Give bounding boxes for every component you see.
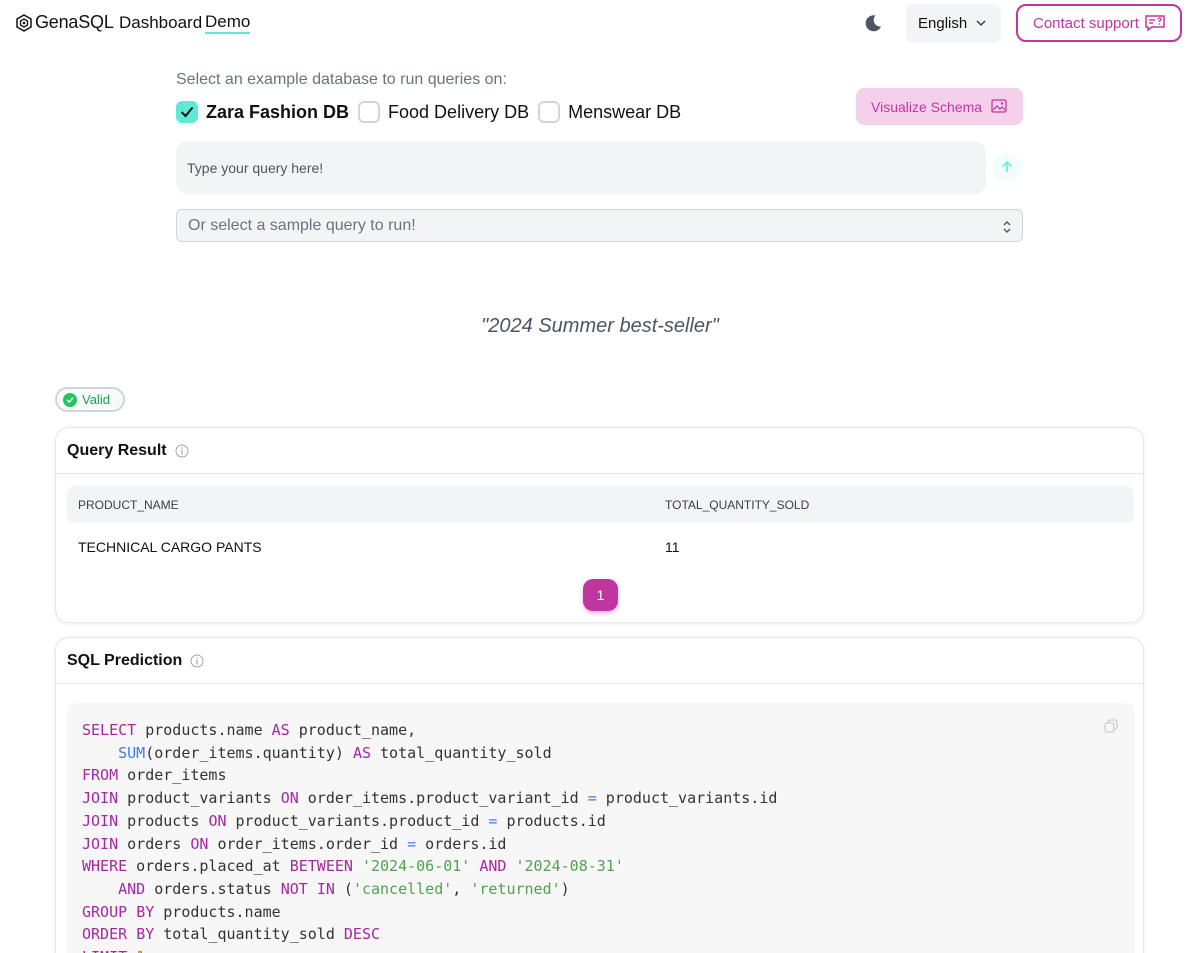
db-option-label: Food Delivery DB [388,101,530,122]
checkbox-zara[interactable] [176,101,198,123]
db-option-label: Menswear DB [568,101,682,122]
sql-prediction-header: SQL Prediction [56,638,1143,684]
sql-code-line: SUM(order_items.quantity) AS total_quant… [118,743,552,762]
contact-support-button[interactable]: Contact support [1016,4,1182,42]
query-title: "2024 Summer best-seller" [481,315,719,337]
status-badge-label: Valid [82,392,110,407]
table-header-row: PRODUCT_NAME TOTAL_QUANTITY_SOLD [67,486,1134,523]
sql-code-line: ORDER BY total_quantity_sold DESC [82,925,381,944]
dark-mode-toggle[interactable] [862,12,884,34]
sql-code: SELECT products.name AS product_name, SU… [82,719,777,953]
column-header[interactable]: PRODUCT_NAME [78,498,179,512]
submit-query-button[interactable] [993,153,1021,181]
chevron-down-icon [976,20,986,27]
logo[interactable]: GenaSQL [16,12,114,33]
sample-query-placeholder: Or select a sample query to run! [188,216,416,234]
pagination-page-button[interactable]: 1 [583,579,618,611]
db-option-menswear[interactable]: Menswear DB [538,101,681,123]
db-option-label: Zara Fashion DB [206,101,350,122]
query-input[interactable] [176,141,986,194]
column-header[interactable]: TOTAL_QUANTITY_SOLD [665,498,809,512]
language-label: English [918,15,968,32]
moon-icon [865,15,881,32]
logo-text: GenaSQL [35,12,114,32]
visualize-schema-button[interactable]: Visualize Schema [856,88,1023,125]
query-result-card: Query Result PRODUCT_NAME TOTAL_QUANTITY… [55,427,1144,623]
table-cell: 11 [665,539,680,555]
sql-code-line: JOIN products ON product_variants.produc… [82,811,606,830]
arrow-up-icon [1001,160,1013,172]
select-updown-icon [1003,221,1011,233]
sql-prediction-card: SQL Prediction SELECT products.name AS p… [55,637,1144,953]
nav-dashboard-link[interactable]: Dashboard [119,13,202,33]
genasql-logo-icon [16,13,32,32]
sql-code-line: FROM order_items [82,766,227,785]
check-icon [180,106,194,118]
visualize-schema-label: Visualize Schema [871,98,983,115]
top-nav: GenaSQL Dashboard Demo English Contact s… [0,0,1200,46]
checkbox-menswear[interactable] [538,101,561,123]
table-cell: TECHNICAL CARGO PANTS [78,539,262,555]
sql-code-line: AND orders.status NOT IN ('cancelled', '… [118,879,570,898]
info-icon[interactable] [175,444,189,458]
db-option-food-delivery[interactable]: Food Delivery DB [358,101,529,123]
copy-icon[interactable] [1104,719,1118,733]
db-option-zara[interactable]: Zara Fashion DB [176,101,349,123]
chat-help-icon [1145,15,1165,32]
sql-code-block: SELECT products.name AS product_name, SU… [67,703,1134,953]
sql-code-line: WHERE orders.placed_at BETWEEN '2024-06-… [82,857,624,876]
database-options: Zara Fashion DB Food Delivery DB Menswea… [176,100,690,124]
sql-code-line: GROUP BY products.name [82,902,281,921]
language-select[interactable]: English [906,4,1001,43]
nav-demo-link[interactable]: Demo [205,13,251,34]
contact-support-label: Contact support [1033,14,1139,32]
sample-query-select[interactable]: Or select a sample query to run! [176,209,1023,242]
sql-code-line: LIMIT 1 [82,946,777,953]
info-icon[interactable] [190,654,204,668]
sql-prediction-title: SQL Prediction [67,651,183,669]
sql-code-line: JOIN orders ON order_items.order_id = or… [82,834,507,853]
sql-code-line: SELECT products.name AS product_name, [82,721,417,739]
check-circle-icon [63,392,77,407]
query-result-header: Query Result [56,428,1143,474]
database-select-label: Select an example database to run querie… [176,71,507,88]
query-result-title: Query Result [67,441,167,459]
checkbox-food-delivery[interactable] [358,101,381,123]
sql-code-line: JOIN product_variants ON order_items.pro… [82,789,778,808]
status-badge: Valid [55,387,125,412]
image-icon [991,99,1007,113]
